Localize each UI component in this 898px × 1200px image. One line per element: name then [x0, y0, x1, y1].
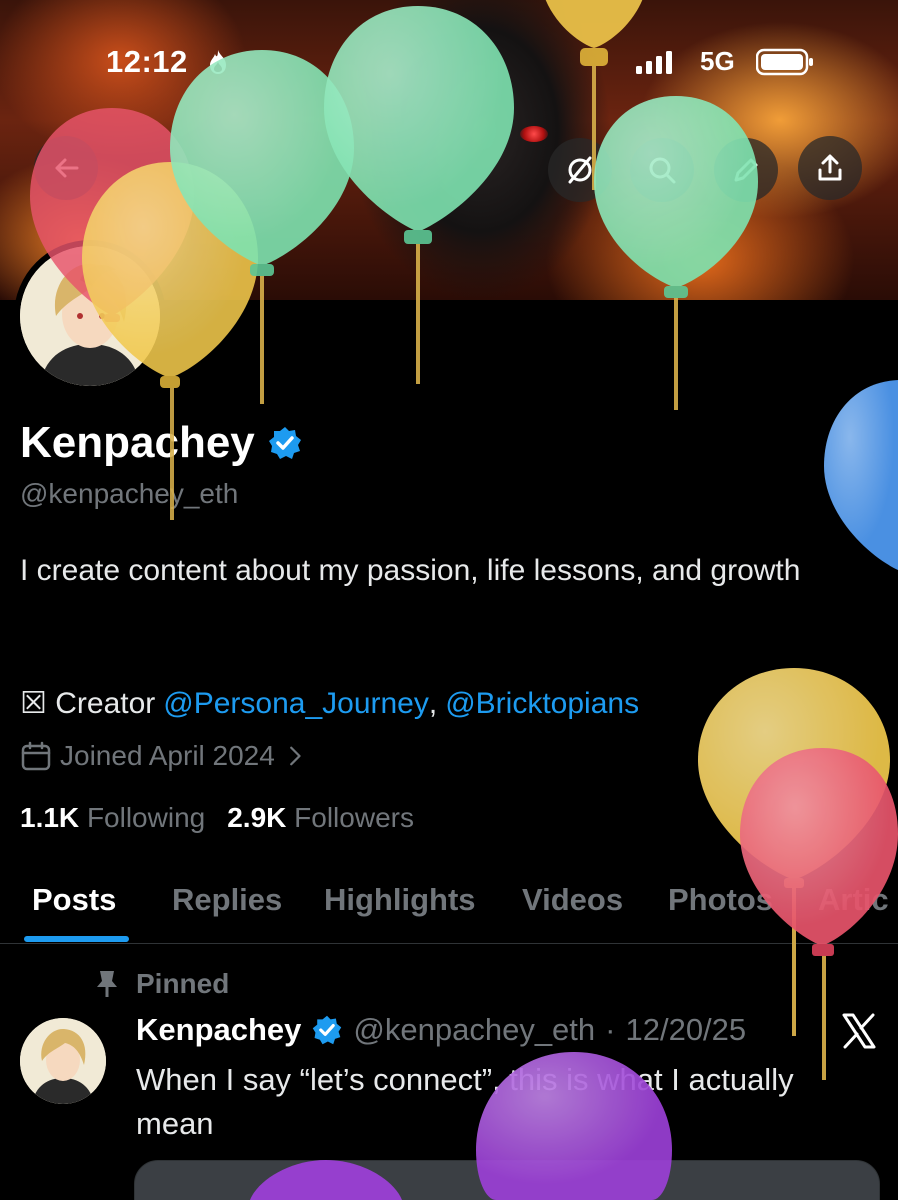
profile-bio: I create content about my passion, life …: [20, 554, 801, 587]
post-date[interactable]: 12/20/25: [625, 1012, 746, 1048]
flame-icon: [210, 50, 226, 74]
creator-prefix: ☒ Creator: [20, 687, 156, 720]
verified-badge-icon[interactable]: [267, 425, 303, 461]
creator-separator: ,: [428, 687, 438, 720]
creator-link-bricktopians[interactable]: @Bricktopians: [445, 687, 639, 721]
network-type: 5G: [700, 46, 735, 76]
tab-photos[interactable]: Photos: [668, 882, 773, 918]
post-text: When I say “let’s connect”, this is what…: [136, 1062, 794, 1141]
grok-button[interactable]: [548, 138, 612, 202]
profile-joined[interactable]: Joined April 2024: [20, 740, 307, 772]
profile-tabs: Posts Replies Highlights Videos Photos A…: [0, 870, 898, 944]
profile-handle: @kenpachey_eth: [20, 478, 239, 509]
balloon-yellow-icon: [698, 668, 890, 1036]
tab-replies[interactable]: Replies: [172, 882, 282, 918]
search-icon: [649, 157, 676, 184]
following-label: Following: [86, 802, 206, 833]
grok-icon: [568, 156, 592, 184]
profile-name: Kenpachey: [20, 418, 255, 467]
verified-badge-icon: [313, 1015, 342, 1045]
followers-link[interactable]: 2.9K Followers: [227, 802, 414, 834]
profile-name-row: Kenpachey: [20, 418, 303, 468]
following-count: 1.1K: [20, 802, 80, 833]
signal-icon: [636, 51, 672, 74]
joined-date: Joined April 2024: [60, 740, 275, 771]
profile-avatar[interactable]: [14, 240, 166, 392]
avatar: [20, 246, 160, 386]
following-link[interactable]: 1.1K Following: [20, 802, 205, 834]
post-author-name[interactable]: Kenpachey: [136, 1012, 301, 1048]
calendar-icon: [21, 741, 51, 771]
tab-videos[interactable]: Videos: [522, 882, 623, 918]
post-separator: ·: [605, 1012, 616, 1047]
battery-icon: [756, 48, 813, 76]
follow-counts: 1.1K Following 2.9K Followers: [20, 802, 414, 834]
tab-highlights[interactable]: Highlights: [324, 882, 476, 918]
post-author-avatar[interactable]: [20, 1018, 106, 1104]
edit-button[interactable]: [714, 138, 778, 202]
avatar-illustration: [20, 246, 160, 386]
chevron-right-icon: [289, 746, 301, 766]
post-avatar-illustration: [20, 1018, 106, 1104]
pinned-label: Pinned: [136, 968, 230, 999]
tab-articles[interactable]: Artic: [818, 882, 889, 918]
post-header: Kenpachey @kenpachey_eth · 12/20/25: [136, 1012, 746, 1048]
share-button[interactable]: [798, 136, 862, 200]
followers-count: 2.9K: [227, 802, 287, 833]
back-button[interactable]: [34, 136, 98, 200]
status-bar: 12:12 5G: [0, 40, 898, 84]
status-time: 12:12: [106, 44, 188, 79]
pin-icon: [97, 971, 117, 997]
profile-creator-line: ☒ Creator @Persona_Journey , @Bricktopia…: [20, 686, 639, 721]
share-icon: [818, 154, 842, 181]
pinned-label-row: Pinned: [94, 968, 229, 1000]
back-arrow-icon: [55, 158, 79, 178]
balloon-blue-icon: [824, 380, 898, 570]
banner-glowing-eye: [520, 126, 548, 142]
followers-label: Followers: [294, 802, 414, 833]
active-tab-indicator: [24, 936, 129, 942]
creator-link-persona-journey[interactable]: @Persona_Journey: [163, 687, 429, 721]
tab-posts[interactable]: Posts: [32, 882, 116, 918]
edit-icon: [734, 158, 758, 182]
search-button[interactable]: [630, 138, 694, 202]
post-author-handle[interactable]: @kenpachey_eth: [353, 1012, 595, 1048]
post-media[interactable]: [134, 1160, 880, 1200]
x-logo-icon: [842, 1013, 876, 1049]
